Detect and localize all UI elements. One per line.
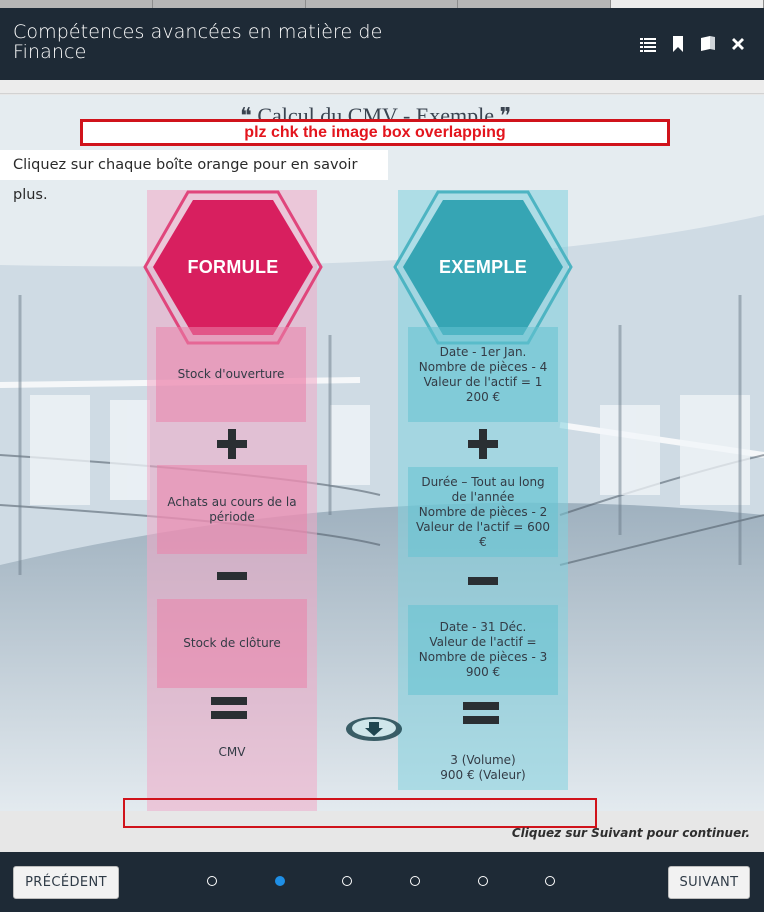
page-dot-4[interactable] xyxy=(410,876,420,886)
page-dot-3[interactable] xyxy=(342,876,352,886)
exemple-box-achats[interactable]: Durée – Tout au long de l'année Nombre d… xyxy=(408,467,558,557)
formule-result-cmv: CMV xyxy=(218,744,246,759)
close-icon[interactable] xyxy=(730,36,746,52)
book-icon[interactable] xyxy=(700,36,716,52)
header-toolbar xyxy=(640,36,746,52)
equals-operator xyxy=(463,702,499,724)
exemple-title: EXEMPLE xyxy=(438,257,528,277)
corridor-background xyxy=(0,95,764,811)
plus-operator xyxy=(215,429,249,459)
equals-operator xyxy=(211,697,247,719)
course-title: Compétences avancées en matière de Finan… xyxy=(13,21,383,63)
top-tab-strip xyxy=(0,0,764,8)
list-icon[interactable] xyxy=(640,36,656,52)
minus-operator xyxy=(466,577,500,585)
page-dot-1[interactable] xyxy=(207,876,217,886)
tab-3[interactable] xyxy=(306,0,459,8)
exemple-box-cloture[interactable]: Date - 31 Déc. Valeur de l'actif = Nombr… xyxy=(408,605,558,695)
page-dot-6[interactable] xyxy=(545,876,555,886)
formule-title: FORMULE xyxy=(187,257,279,277)
minus-operator xyxy=(215,572,249,580)
instruction-text: Cliquez sur chaque boîte orange pour en … xyxy=(0,150,388,203)
footer-bar: PRÉCÉDENT SUIVANT xyxy=(0,852,764,912)
previous-button[interactable]: PRÉCÉDENT xyxy=(13,866,119,899)
tab-1[interactable] xyxy=(0,0,153,8)
bookmark-icon[interactable] xyxy=(670,36,686,52)
formule-box-stock-cloture[interactable]: Stock de clôture xyxy=(157,599,307,688)
tab-4[interactable] xyxy=(458,0,612,8)
formule-box-achats[interactable]: Achats au cours de la période xyxy=(157,465,307,554)
tab-2[interactable] xyxy=(153,0,306,8)
scroll-down-icon[interactable] xyxy=(345,714,403,744)
page-dot-2[interactable] xyxy=(275,876,285,886)
exemple-hexagon: EXEMPLE xyxy=(393,190,573,345)
plus-operator xyxy=(466,429,500,459)
review-note-box: plz chk the image box overlapping xyxy=(80,119,670,146)
tab-5[interactable] xyxy=(611,0,764,8)
exemple-result: 3 (Volume) 900 € (Valeur) xyxy=(440,753,526,782)
formule-box-stock-ouverture[interactable]: Stock d'ouverture xyxy=(156,327,306,422)
next-button[interactable]: SUIVANT xyxy=(668,866,750,899)
page-dot-5[interactable] xyxy=(478,876,488,886)
slide-stage: ❝ Calcul du CMV - Exemple ❞ plz chk the … xyxy=(0,95,764,811)
continue-hint: Cliquez sur Suivant pour continuer. xyxy=(511,826,750,840)
subheader-strip xyxy=(0,80,764,94)
header-bar: Compétences avancées en matière de Finan… xyxy=(0,8,764,80)
course-player: Compétences avancées en matière de Finan… xyxy=(0,0,764,912)
exemple-box-ouverture[interactable]: Date - 1er Jan. Nombre de pièces - 4 Val… xyxy=(408,327,558,422)
formule-hexagon: FORMULE xyxy=(143,190,323,345)
review-highlight-box xyxy=(123,798,597,828)
progress-dots xyxy=(200,876,570,888)
